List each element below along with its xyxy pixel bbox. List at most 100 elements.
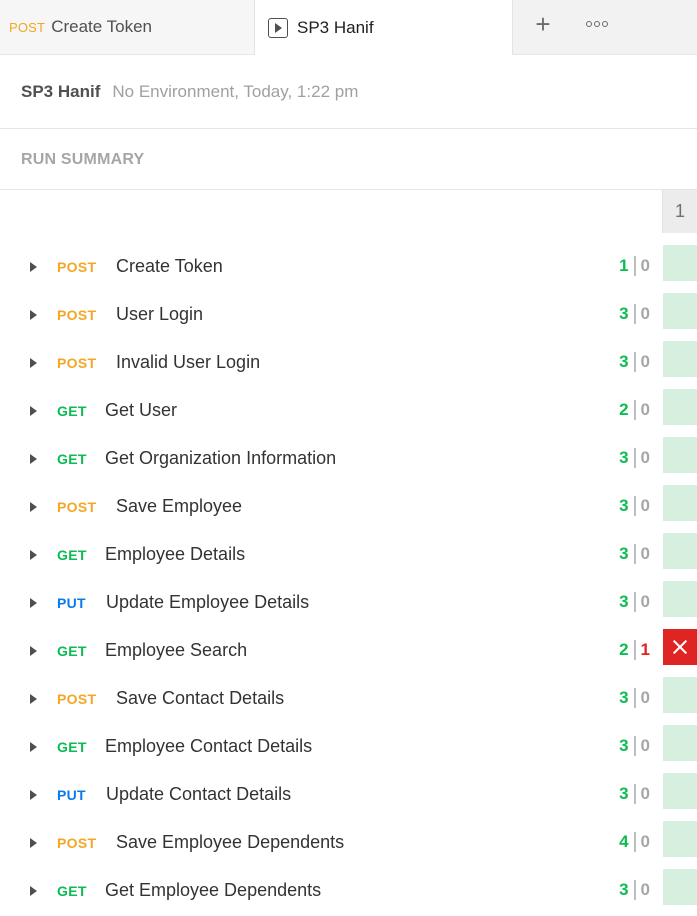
expand-caret-icon[interactable] [30, 694, 37, 704]
iteration-status-passed[interactable] [663, 293, 697, 329]
pass-count: 3 [619, 592, 629, 611]
request-name[interactable]: Get User [105, 400, 177, 421]
request-name[interactable]: Update Contact Details [106, 784, 291, 805]
fail-count: 0 [640, 448, 650, 467]
test-counts: 30 [619, 304, 650, 324]
iteration-status-passed[interactable] [663, 485, 697, 521]
request-row[interactable]: PUT Update Employee Details 3 0 [0, 580, 697, 628]
request-name[interactable]: Update Employee Details [106, 592, 309, 613]
test-counts: 30 [619, 352, 650, 372]
run-summary-title: RUN SUMMARY [21, 150, 145, 168]
fail-count: 0 [640, 496, 650, 515]
expand-caret-icon[interactable] [30, 598, 37, 608]
pass-count: 3 [619, 688, 629, 707]
count-divider [633, 544, 636, 564]
expand-caret-icon[interactable] [30, 310, 37, 320]
fail-count: 0 [640, 784, 650, 803]
iteration-status-passed[interactable] [663, 677, 697, 713]
iteration-status-passed[interactable] [663, 341, 697, 377]
request-name[interactable]: Save Employee Dependents [116, 832, 344, 853]
expand-caret-icon[interactable] [30, 742, 37, 752]
close-x-icon [672, 639, 688, 655]
request-row[interactable]: POST Save Employee 3 0 [0, 484, 697, 532]
expand-caret-icon[interactable] [30, 886, 37, 896]
request-row[interactable]: POST Invalid User Login 3 0 [0, 340, 697, 388]
request-name[interactable]: Employee Search [105, 640, 247, 661]
iteration-header[interactable]: 1 [662, 190, 697, 233]
iteration-status-passed[interactable] [663, 725, 697, 761]
count-divider [633, 256, 636, 276]
tab-create-token[interactable]: POST Create Token [0, 0, 255, 54]
request-row[interactable]: POST Create Token 1 0 [0, 244, 697, 292]
request-name[interactable]: Employee Contact Details [105, 736, 312, 757]
run-header: SP3 Hanif No Environment, Today, 1:22 pm [0, 55, 697, 129]
count-divider [633, 640, 636, 660]
request-name[interactable]: Employee Details [105, 544, 245, 565]
expand-caret-icon[interactable] [30, 454, 37, 464]
expand-caret-icon[interactable] [30, 790, 37, 800]
iteration-status-passed[interactable] [663, 821, 697, 857]
request-row[interactable]: POST User Login 3 0 [0, 292, 697, 340]
pass-count: 3 [619, 736, 629, 755]
test-counts: 30 [619, 736, 650, 756]
iteration-status-passed[interactable] [663, 389, 697, 425]
new-tab-plus-icon[interactable]: + [531, 11, 555, 38]
request-name[interactable]: Save Employee [116, 496, 242, 517]
count-divider [633, 496, 636, 516]
fail-count: 0 [640, 736, 650, 755]
expand-caret-icon[interactable] [30, 502, 37, 512]
request-row[interactable]: GET Get Organization Information 3 0 [0, 436, 697, 484]
request-name[interactable]: Save Contact Details [116, 688, 284, 709]
request-row[interactable]: GET Employee Details 3 0 [0, 532, 697, 580]
count-divider [633, 784, 636, 804]
expand-caret-icon[interactable] [30, 262, 37, 272]
request-row[interactable]: GET Get Employee Dependents 3 0 [0, 868, 697, 916]
iteration-status-passed[interactable] [663, 437, 697, 473]
request-name[interactable]: User Login [116, 304, 203, 325]
request-row[interactable]: PUT Update Contact Details 3 0 [0, 772, 697, 820]
request-method: POST [57, 355, 97, 371]
iteration-status-passed[interactable] [663, 869, 697, 905]
expand-caret-icon[interactable] [30, 406, 37, 416]
pass-count: 3 [619, 352, 629, 371]
request-name[interactable]: Get Employee Dependents [105, 880, 321, 901]
request-method: PUT [57, 787, 86, 803]
run-summary-header: RUN SUMMARY [0, 130, 697, 190]
pass-count: 3 [619, 496, 629, 515]
iteration-status-failed[interactable] [663, 629, 697, 665]
count-divider [633, 832, 636, 852]
request-row[interactable]: GET Employee Contact Details 3 0 [0, 724, 697, 772]
request-method: PUT [57, 595, 86, 611]
iteration-status-passed[interactable] [663, 773, 697, 809]
count-divider [633, 352, 636, 372]
test-counts: 21 [619, 640, 650, 660]
runner-play-icon [268, 17, 288, 38]
expand-caret-icon[interactable] [30, 646, 37, 656]
request-row[interactable]: POST Save Contact Details 3 0 [0, 676, 697, 724]
pass-count: 3 [619, 784, 629, 803]
iteration-status-passed[interactable] [663, 581, 697, 617]
expand-caret-icon[interactable] [30, 550, 37, 560]
more-tabs-icon[interactable] [583, 16, 611, 32]
tab-label: Create Token [51, 17, 153, 36]
pass-count: 2 [619, 400, 629, 419]
request-name[interactable]: Create Token [116, 256, 223, 277]
fail-count: 0 [640, 400, 650, 419]
iteration-status-passed[interactable] [663, 533, 697, 569]
request-row[interactable]: POST Save Employee Dependents 4 0 [0, 820, 697, 868]
test-counts: 30 [619, 544, 650, 564]
request-row[interactable]: GET Get User 2 0 [0, 388, 697, 436]
request-method: GET [57, 547, 87, 563]
request-row[interactable]: GET Employee Search 2 1 [0, 628, 697, 676]
collection-name: SP3 Hanif [21, 81, 101, 101]
request-name[interactable]: Get Organization Information [105, 448, 336, 469]
request-method: POST [57, 307, 97, 323]
iteration-status-passed[interactable] [663, 245, 697, 281]
count-divider [633, 592, 636, 612]
expand-caret-icon[interactable] [30, 358, 37, 368]
test-counts: 30 [619, 496, 650, 516]
fail-count: 0 [640, 352, 650, 371]
tab-runner-sp3-hanif[interactable]: SP3 Hanif [255, 0, 513, 55]
expand-caret-icon[interactable] [30, 838, 37, 848]
request-name[interactable]: Invalid User Login [116, 352, 260, 373]
